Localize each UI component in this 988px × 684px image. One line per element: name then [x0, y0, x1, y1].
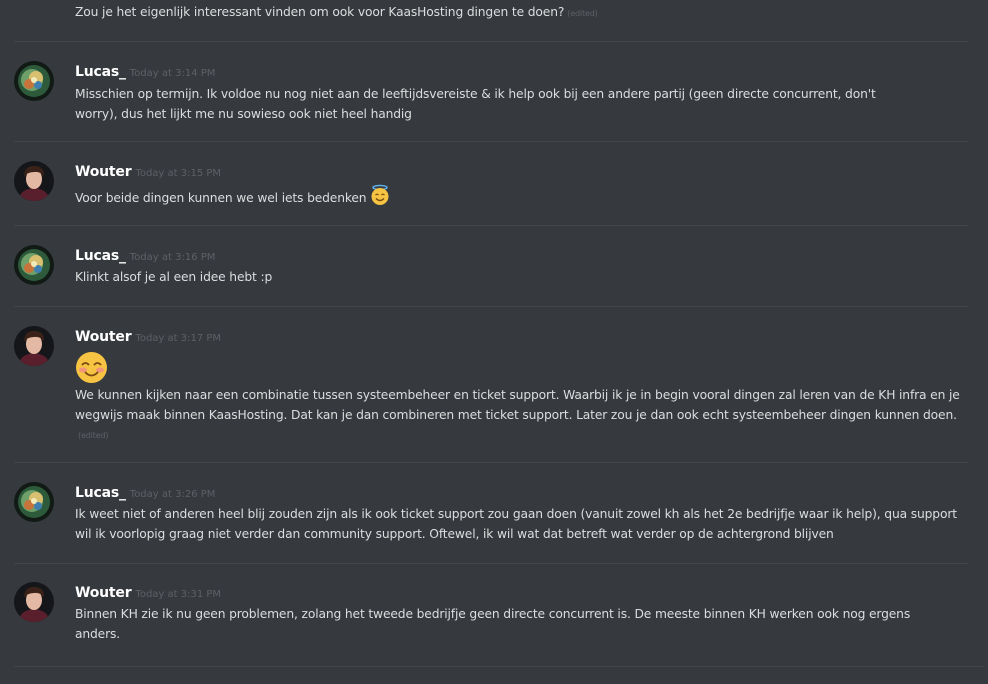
username[interactable]: Lucas_	[75, 64, 126, 80]
message-header: Lucas_ Today at 3:26 PM	[75, 482, 215, 501]
avatar-lucas[interactable]	[14, 245, 54, 285]
message-divider	[14, 563, 968, 564]
person-avatar-icon	[14, 582, 54, 622]
username[interactable]: Wouter	[75, 329, 132, 345]
nebula-avatar-icon	[14, 482, 54, 522]
username[interactable]: Wouter	[75, 585, 132, 601]
nebula-avatar-icon	[14, 245, 54, 285]
timestamp: Today at 3:16 PM	[129, 252, 216, 263]
message-divider	[14, 666, 984, 667]
avatar-wouter[interactable]	[14, 326, 54, 366]
username[interactable]: Lucas_	[75, 485, 126, 501]
innocent-emoji-icon	[369, 184, 391, 213]
edited-label: (edited)	[78, 431, 109, 440]
message-text: Misschien op termijn. Ik voldoe nu nog n…	[75, 87, 876, 121]
timestamp: Today at 3:31 PM	[135, 589, 222, 600]
timestamp: Today at 3:14 PM	[129, 68, 216, 79]
blush-emoji-icon	[75, 351, 108, 388]
message-divider	[14, 141, 968, 142]
username[interactable]: Wouter	[75, 164, 132, 180]
person-avatar-icon	[14, 161, 54, 201]
message-divider	[14, 41, 968, 42]
username[interactable]: Lucas_	[75, 248, 126, 264]
message-header: Lucas_ Today at 3:14 PM	[75, 61, 215, 80]
nebula-avatar-icon	[14, 61, 54, 101]
avatar-lucas[interactable]	[14, 61, 54, 101]
message-header: Lucas_ Today at 3:16 PM	[75, 245, 215, 264]
timestamp: Today at 3:17 PM	[135, 333, 222, 344]
message-divider	[14, 225, 968, 226]
message-header: Wouter Today at 3:31 PM	[75, 582, 221, 601]
message-divider	[14, 462, 968, 463]
edited-label: (edited)	[567, 9, 598, 18]
timestamp: Today at 3:15 PM	[135, 168, 222, 179]
message-header: Wouter Today at 3:15 PM	[75, 161, 221, 180]
avatar-wouter[interactable]	[14, 582, 54, 622]
message-text: Binnen KH zie ik nu geen problemen, zola…	[75, 607, 911, 641]
message-text: Zou je het eigenlijk interessant vinden …	[75, 5, 598, 19]
message-text: Voor beide dingen kunnen we wel iets bed…	[75, 184, 960, 213]
message-header: Wouter Today at 3:17 PM	[75, 326, 221, 345]
timestamp: Today at 3:26 PM	[129, 489, 216, 500]
message-text: Ik weet niet of anderen heel blij zouden…	[75, 507, 957, 541]
message-text: We kunnen kijken naar een combinatie tus…	[75, 388, 960, 440]
avatar-wouter[interactable]	[14, 161, 54, 201]
message-text: Klinkt alsof je al een idee hebt :p	[75, 270, 273, 284]
chat-messages: Zou je het eigenlijk interessant vinden …	[0, 0, 988, 684]
avatar-lucas[interactable]	[14, 482, 54, 522]
person-avatar-icon	[14, 326, 54, 366]
message-divider	[14, 306, 968, 307]
